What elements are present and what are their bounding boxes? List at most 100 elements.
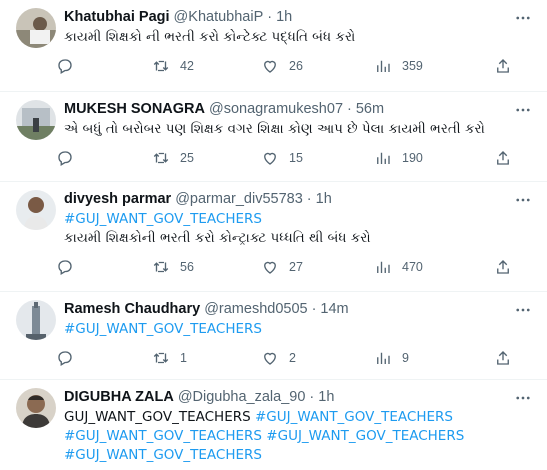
action-bar: 25 15 190	[56, 139, 526, 177]
view-count: 190	[402, 151, 423, 165]
tweet-feed: Khatubhai Pagi @KhatubhaiP · 1h કાયમી શિ…	[0, 0, 547, 470]
retweet-count: 25	[180, 151, 194, 165]
tweet-header: DIGUBHA ZALA @Digubha_zala_90 · 1h	[64, 386, 535, 408]
hashtag-link[interactable]: #GUJ_WANT_GOV_TEACHERS	[255, 409, 453, 425]
tweet-text: #GUJ_WANT_GOV_TEACHERS કાયમી શિક્ષકોની ભ…	[64, 210, 535, 248]
timestamp[interactable]: 1h	[276, 9, 292, 25]
avatar[interactable]	[16, 388, 56, 428]
reply-button[interactable]	[56, 149, 152, 167]
action-bar: 1 2 9	[56, 339, 526, 377]
retweet-icon	[153, 352, 169, 364]
display-name[interactable]: MUKESH SONAGRA	[64, 101, 205, 117]
hashtag-link[interactable]: #GUJ_WANT_GOV_TEACHERS	[64, 447, 262, 463]
avatar[interactable]	[16, 100, 56, 140]
reply-icon	[58, 351, 72, 366]
tweet[interactable]: Khatubhai Pagi @KhatubhaiP · 1h કાયમી શિ…	[0, 0, 547, 92]
timestamp[interactable]: 1h	[316, 191, 332, 207]
tweet-header: Ramesh Chaudhary @rameshd0505 · 14m	[64, 298, 535, 320]
views-icon	[377, 60, 390, 72]
retweet-icon	[153, 60, 169, 72]
tweet-text: GUJ_WANT_GOV_TEACHERS #GUJ_WANT_GOV_TEAC…	[64, 408, 535, 465]
views-button[interactable]: 359	[374, 57, 494, 75]
user-handle[interactable]: @parmar_div55783	[175, 191, 303, 207]
views-icon	[377, 261, 390, 273]
tweet[interactable]: Ramesh Chaudhary @rameshd0505 · 14m #GUJ…	[0, 292, 547, 380]
share-button[interactable]	[494, 57, 512, 75]
like-button[interactable]: 2	[261, 349, 374, 367]
more-options-icon[interactable]	[513, 8, 533, 28]
heart-icon	[264, 261, 276, 274]
retweet-button[interactable]: 1	[152, 349, 261, 367]
tweet-text: એ બધું તો બરોબર પણ શિક્ષક વગર શિક્ષા કોણ…	[64, 120, 535, 139]
retweet-button[interactable]: 56	[152, 258, 261, 276]
retweet-count: 56	[180, 260, 194, 274]
action-bar: 42 26 359	[56, 47, 526, 85]
hashtag-link[interactable]: #GUJ_WANT_GOV_TEACHERS	[64, 321, 262, 337]
tweet-text: કાયમી શિક્ષકો ની ભરતી કરો કોન્ટેક્ટ પદ્ધ…	[64, 28, 535, 47]
tweet[interactable]: divyesh parmar @parmar_div55783 · 1h #GU…	[0, 182, 547, 292]
reply-button[interactable]	[56, 258, 152, 276]
display-name[interactable]: divyesh parmar	[64, 191, 171, 207]
like-button[interactable]: 27	[261, 258, 374, 276]
more-options-icon[interactable]	[513, 190, 533, 210]
user-handle[interactable]: @KhatubhaiP	[174, 9, 264, 25]
tweet[interactable]: MUKESH SONAGRA @sonagramukesh07 · 56m એ …	[0, 92, 547, 182]
avatar[interactable]	[16, 300, 56, 340]
display-name[interactable]: Khatubhai Pagi	[64, 9, 170, 25]
views-button[interactable]: 190	[374, 149, 494, 167]
retweet-button[interactable]: 25	[152, 149, 261, 167]
reply-button[interactable]	[56, 349, 152, 367]
share-button[interactable]	[494, 258, 512, 276]
retweet-button[interactable]: 42	[152, 57, 261, 75]
timestamp[interactable]: 14m	[320, 301, 348, 317]
view-count: 359	[402, 59, 423, 73]
like-count: 15	[289, 151, 303, 165]
reply-button[interactable]	[56, 57, 152, 75]
more-options-icon[interactable]	[513, 100, 533, 120]
share-icon	[497, 260, 509, 274]
tweet-text-plain: GUJ_WANT_GOV_TEACHERS	[64, 409, 255, 425]
views-icon	[377, 352, 390, 364]
heart-icon	[264, 60, 276, 73]
share-icon	[497, 59, 509, 73]
views-button[interactable]: 470	[374, 258, 494, 276]
more-options-icon[interactable]	[513, 388, 533, 408]
heart-icon	[264, 352, 276, 365]
like-count: 2	[289, 351, 296, 365]
tweet-header: MUKESH SONAGRA @sonagramukesh07 · 56m	[64, 98, 535, 120]
avatar[interactable]	[16, 190, 56, 230]
display-name[interactable]: Ramesh Chaudhary	[64, 301, 200, 317]
reply-icon	[58, 59, 72, 74]
share-button[interactable]	[494, 149, 512, 167]
timestamp[interactable]: 1h	[318, 389, 334, 405]
views-button[interactable]: 9	[374, 349, 494, 367]
view-count: 470	[402, 260, 423, 274]
user-handle[interactable]: @sonagramukesh07	[209, 101, 343, 117]
share-icon	[497, 151, 509, 165]
hashtag-link[interactable]: #GUJ_WANT_GOV_TEACHERS	[266, 428, 464, 444]
avatar[interactable]	[16, 8, 56, 48]
more-options-icon[interactable]	[513, 300, 533, 320]
timestamp[interactable]: 56m	[356, 101, 384, 117]
reply-icon	[58, 260, 72, 275]
share-button[interactable]	[494, 349, 512, 367]
tweet-text-line: કાયમી શિક્ષકો ની ભરતી કરો કોન્ટેક્ટ પદ્ધ…	[64, 29, 356, 45]
like-button[interactable]: 26	[261, 57, 374, 75]
user-handle[interactable]: @Digubha_zala_90	[178, 389, 306, 405]
like-button[interactable]: 15	[261, 149, 374, 167]
hashtag-link[interactable]: #GUJ_WANT_GOV_TEACHERS	[64, 211, 262, 227]
display-name[interactable]: DIGUBHA ZALA	[64, 389, 174, 405]
heart-icon	[264, 152, 276, 165]
tweet-header: Khatubhai Pagi @KhatubhaiP · 1h	[64, 6, 535, 28]
tweet-text-line: કાયમી શિક્ષકોની ભરતી કરો કોન્ટ્રાક્ટ પધ્…	[64, 230, 371, 246]
retweet-count: 1	[180, 351, 187, 365]
separator: ·	[347, 101, 352, 117]
separator: ·	[267, 9, 273, 25]
retweet-icon	[153, 152, 169, 164]
hashtag-link[interactable]: #GUJ_WANT_GOV_TEACHERS	[64, 428, 262, 444]
tweet[interactable]: DIGUBHA ZALA @Digubha_zala_90 · 1h GUJ_W…	[0, 380, 547, 470]
share-icon	[497, 351, 509, 365]
tweet-header: divyesh parmar @parmar_div55783 · 1h	[64, 188, 535, 210]
user-handle[interactable]: @rameshd0505	[204, 301, 307, 317]
tweet-text-line: એ બધું તો બરોબર પણ શિક્ષક વગર શિક્ષા કોણ…	[64, 121, 485, 137]
